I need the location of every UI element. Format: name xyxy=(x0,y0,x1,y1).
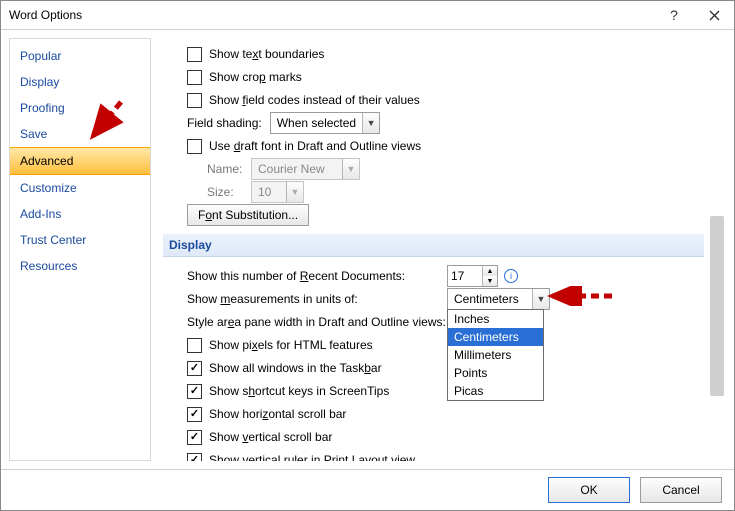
show-crop-marks-checkbox[interactable] xyxy=(187,70,202,85)
sidebar-item-save[interactable]: Save xyxy=(10,121,150,147)
show-horizontal-scroll-checkbox[interactable] xyxy=(187,407,202,422)
use-draft-font-label: Use draft font in Draft and Outline view… xyxy=(209,139,421,153)
chevron-down-icon: ▼ xyxy=(532,289,549,309)
draft-font-name-combo: Courier New ▼ xyxy=(251,158,360,180)
units-option-picas[interactable]: Picas xyxy=(448,382,543,400)
show-shortcut-keys-label: Show shortcut keys in ScreenTips xyxy=(209,384,389,398)
chevron-down-icon: ▼ xyxy=(286,182,303,202)
help-button[interactable]: ? xyxy=(654,1,694,29)
show-vertical-scroll-checkbox[interactable] xyxy=(187,430,202,445)
cancel-button[interactable]: Cancel xyxy=(640,477,722,503)
category-sidebar: Popular Display Proofing Save Advanced C… xyxy=(9,38,151,461)
options-panel: Show text boundaries Show crop marks Sho… xyxy=(153,38,726,461)
draft-font-name-label: Name: xyxy=(207,162,251,176)
window-title: Word Options xyxy=(9,8,82,22)
sidebar-item-proofing[interactable]: Proofing xyxy=(10,95,150,121)
field-shading-combo[interactable]: When selected ▼ xyxy=(270,112,380,134)
show-shortcut-keys-checkbox[interactable] xyxy=(187,384,202,399)
show-field-codes-label: Show field codes instead of their values xyxy=(209,93,420,107)
measurement-units-combo[interactable]: Centimeters ▼ xyxy=(447,288,550,310)
show-all-windows-taskbar-label: Show all windows in the Taskbar xyxy=(209,361,382,375)
ok-button[interactable]: OK xyxy=(548,477,630,503)
units-option-millimeters[interactable]: Millimeters xyxy=(448,346,543,364)
show-all-windows-taskbar-checkbox[interactable] xyxy=(187,361,202,376)
display-section-heading: Display xyxy=(163,234,704,257)
show-vertical-ruler-checkbox[interactable] xyxy=(187,453,202,462)
sidebar-item-addins[interactable]: Add-Ins xyxy=(10,201,150,227)
sidebar-item-display[interactable]: Display xyxy=(10,69,150,95)
measurement-units-label: Show measurements in units of: xyxy=(187,292,447,306)
show-text-boundaries-label: Show text boundaries xyxy=(209,47,324,61)
draft-font-size-label: Size: xyxy=(207,185,251,199)
dialog-footer: OK Cancel xyxy=(1,469,734,510)
sidebar-item-trust-center[interactable]: Trust Center xyxy=(10,227,150,253)
chevron-down-icon: ▼ xyxy=(362,113,379,133)
draft-font-size-combo: 10 ▼ xyxy=(251,181,304,203)
chevron-down-icon: ▼ xyxy=(342,159,359,179)
style-area-pane-label: Style area pane width in Draft and Outli… xyxy=(187,315,447,329)
recent-documents-input[interactable] xyxy=(448,267,482,285)
info-icon[interactable]: i xyxy=(504,269,518,283)
titlebar: Word Options ? xyxy=(1,1,734,30)
units-option-inches[interactable]: Inches xyxy=(448,310,543,328)
spin-up-icon[interactable]: ▲ xyxy=(483,266,497,276)
show-vertical-ruler-label: Show vertical ruler in Print Layout view xyxy=(209,453,415,461)
recent-documents-label: Show this number of Recent Documents: xyxy=(187,269,447,283)
spin-down-icon[interactable]: ▼ xyxy=(483,276,497,286)
field-shading-label: Field shading: xyxy=(187,116,262,130)
units-option-points[interactable]: Points xyxy=(448,364,543,382)
measurement-units-dropdown[interactable]: Inches Centimeters Millimeters Points Pi… xyxy=(447,309,544,401)
word-options-dialog: Word Options ? Popular Display Proofing … xyxy=(0,0,735,511)
sidebar-item-popular[interactable]: Popular xyxy=(10,43,150,69)
units-option-centimeters[interactable]: Centimeters xyxy=(448,328,543,346)
sidebar-item-customize[interactable]: Customize xyxy=(10,175,150,201)
vertical-scrollbar[interactable] xyxy=(710,38,724,216)
show-pixels-html-label: Show pixels for HTML features xyxy=(209,338,373,352)
use-draft-font-checkbox[interactable] xyxy=(187,139,202,154)
font-substitution-button[interactable]: Font Substitution... xyxy=(187,204,309,226)
close-icon xyxy=(709,10,720,21)
dialog-body: Popular Display Proofing Save Advanced C… xyxy=(1,30,734,469)
show-text-boundaries-checkbox[interactable] xyxy=(187,47,202,62)
show-crop-marks-label: Show crop marks xyxy=(209,70,302,84)
close-button[interactable] xyxy=(694,1,734,29)
sidebar-item-resources[interactable]: Resources xyxy=(10,253,150,279)
sidebar-item-advanced[interactable]: Advanced xyxy=(10,147,150,175)
show-pixels-html-checkbox[interactable] xyxy=(187,338,202,353)
show-field-codes-checkbox[interactable] xyxy=(187,93,202,108)
show-vertical-scroll-label: Show vertical scroll bar xyxy=(209,430,332,444)
show-horizontal-scroll-label: Show horizontal scroll bar xyxy=(209,407,346,421)
recent-documents-spinner[interactable]: ▲▼ xyxy=(447,265,498,287)
